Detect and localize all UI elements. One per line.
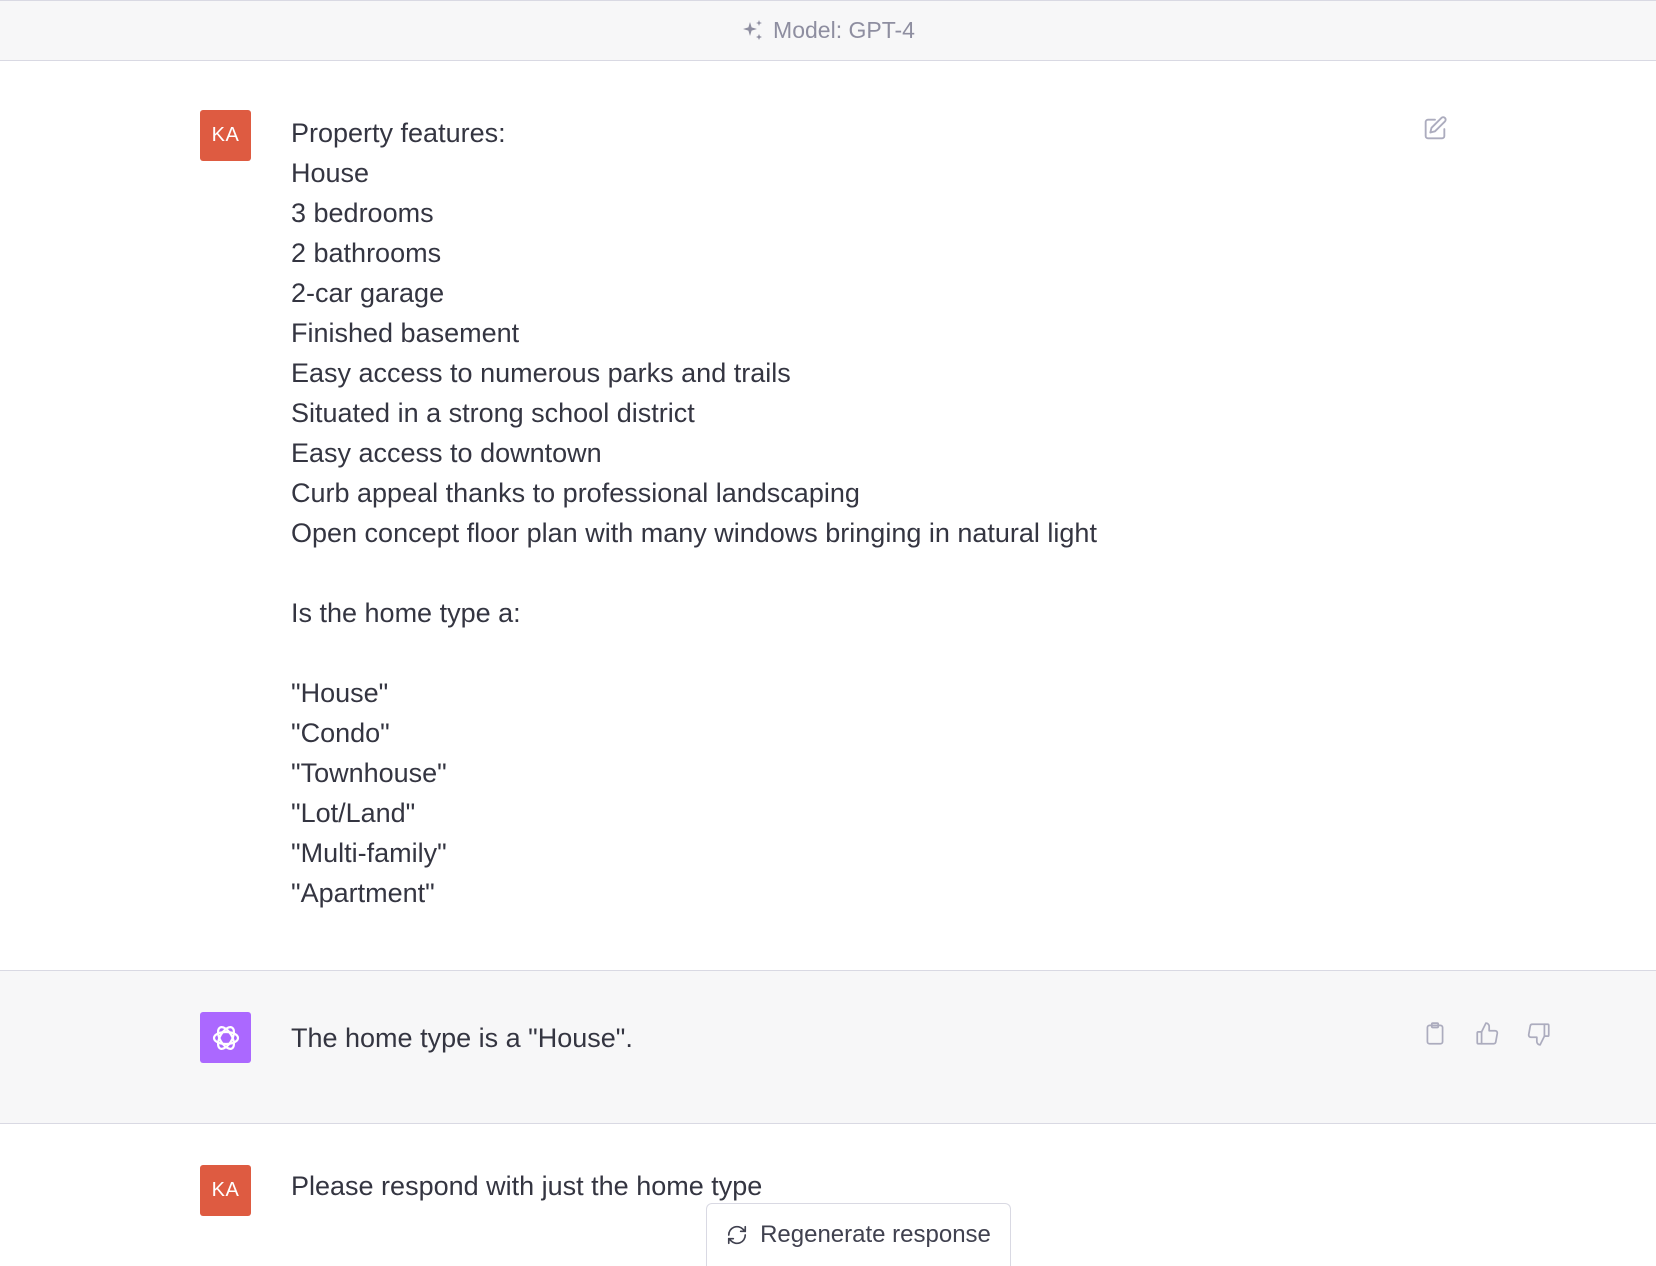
message-line: Easy access to downtown bbox=[291, 438, 602, 468]
regenerate-response-button[interactable]: Regenerate response bbox=[706, 1203, 1011, 1266]
message-line: "Condo" bbox=[291, 718, 390, 748]
edit-icon[interactable] bbox=[1420, 114, 1450, 144]
assistant-avatar bbox=[200, 1012, 251, 1063]
message-line: "Multi-family" bbox=[291, 838, 447, 868]
user-message-text: Property features: House 3 bedrooms 2 bathr… bbox=[291, 113, 1097, 913]
message-actions bbox=[1420, 1019, 1554, 1049]
thumbs-up-icon[interactable] bbox=[1472, 1019, 1502, 1049]
message-line: 2 bathrooms bbox=[291, 238, 442, 268]
message-line: House bbox=[291, 158, 370, 188]
openai-logo-icon bbox=[209, 1021, 243, 1055]
message-line: "House" bbox=[291, 678, 389, 708]
message-line: Easy access to numerous parks and trails bbox=[291, 358, 791, 388]
message-line: Property features: bbox=[291, 118, 506, 148]
avatar-initials: KA bbox=[211, 124, 240, 146]
user-avatar: KA bbox=[200, 110, 251, 161]
user-avatar: KA bbox=[200, 1165, 251, 1216]
message-line bbox=[291, 553, 1097, 593]
message-line: 3 bedrooms bbox=[291, 198, 434, 228]
model-label: Model: GPT-4 bbox=[773, 17, 915, 43]
model-header: Model: GPT-4 bbox=[0, 0, 1656, 61]
message-line: 2-car garage bbox=[291, 278, 445, 308]
message-line bbox=[291, 633, 1097, 673]
user-message-text-2: Please respond with just the home type bbox=[291, 1171, 763, 1201]
user-message-row: KA Property features: House 3 bedrooms 2 ba… bbox=[0, 61, 1656, 971]
sparkles-icon bbox=[741, 19, 765, 43]
message-line: Is the home type a: bbox=[291, 598, 521, 628]
message-line: Curb appeal thanks to professional lands… bbox=[291, 478, 860, 508]
avatar-initials: KA bbox=[211, 1179, 240, 1201]
refresh-icon bbox=[726, 1224, 748, 1246]
message-line: "Lot/Land" bbox=[291, 798, 416, 828]
assistant-message-row: The home type is a "House". bbox=[0, 971, 1656, 1124]
message-line: "Townhouse" bbox=[291, 758, 447, 788]
message-line: Open concept floor plan with many window… bbox=[291, 518, 1097, 548]
message-line: "Apartment" bbox=[291, 878, 435, 908]
assistant-message-text: The home type is a "House". bbox=[291, 1023, 633, 1053]
clipboard-icon[interactable] bbox=[1420, 1019, 1450, 1049]
thumbs-down-icon[interactable] bbox=[1524, 1019, 1554, 1049]
regenerate-label: Regenerate response bbox=[760, 1221, 991, 1248]
message-line: Situated in a strong school district bbox=[291, 398, 695, 428]
message-line: Finished basement bbox=[291, 318, 520, 348]
